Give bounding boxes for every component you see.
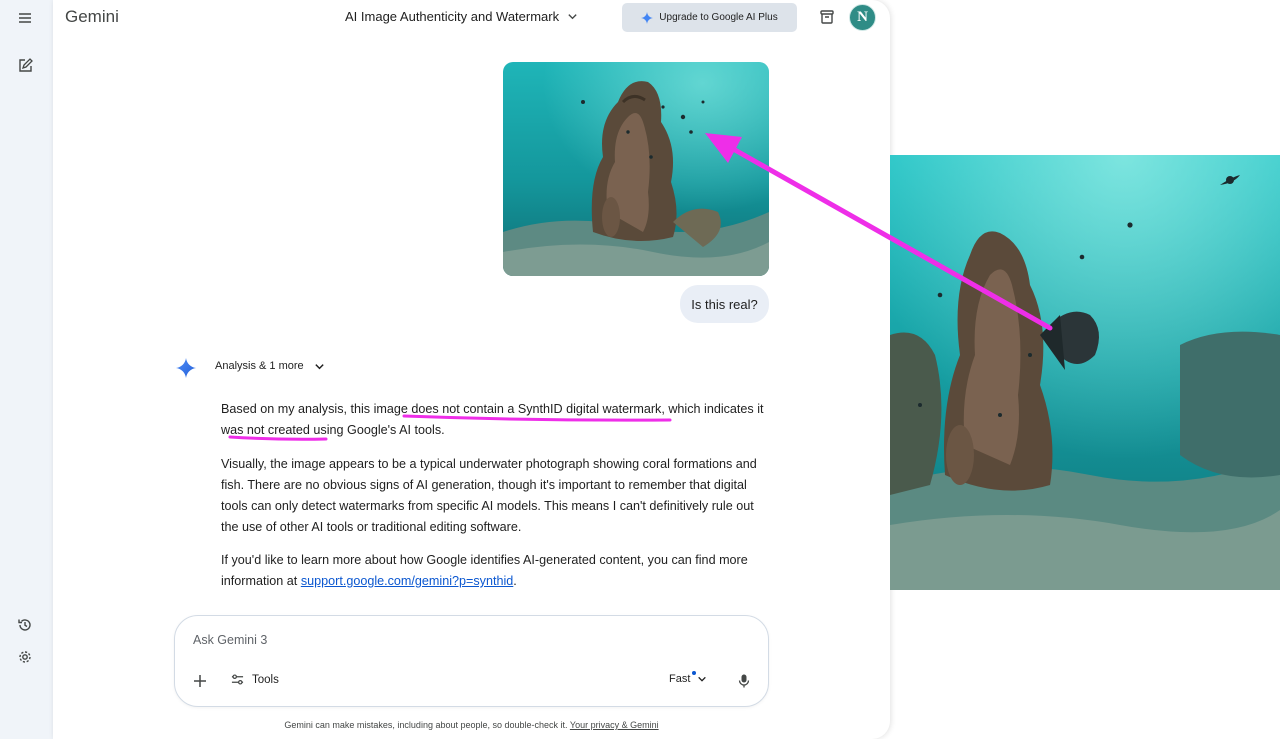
disclaimer-text: Gemini can make mistakes, including abou… (284, 720, 570, 730)
response-paragraph: Visually, the image appears to be a typi… (221, 456, 757, 534)
uploaded-image[interactable] (503, 62, 769, 276)
model-mode-label: Fast (669, 673, 691, 685)
response-text: , which indicates it (661, 402, 764, 416)
tools-label: Tools (252, 673, 279, 686)
upgrade-label: Upgrade to Google AI Plus (659, 12, 778, 23)
response-text: . (513, 574, 517, 588)
chat-panel: Gemini AI Image Authenticity and Waterma… (53, 0, 890, 739)
tools-button[interactable]: Tools (231, 673, 279, 686)
gear-icon[interactable] (12, 644, 38, 670)
privacy-link[interactable]: Your privacy & Gemini (570, 720, 659, 730)
add-attachment-icon[interactable] (192, 673, 208, 689)
sliders-icon (231, 674, 244, 685)
history-icon[interactable] (12, 612, 38, 638)
response-paragraph: If you'd like to learn more about how Go… (221, 550, 769, 592)
user-message-bubble: Is this real? (680, 285, 769, 323)
response-text: was not created (221, 423, 310, 437)
sparkle-icon (641, 11, 654, 24)
mode-indicator-dot (692, 671, 696, 675)
gemini-logo-icon (176, 358, 196, 378)
response-text: does not contain a SynthID digital water… (411, 402, 662, 416)
prompt-input[interactable] (193, 633, 593, 647)
sidebar-rail (0, 0, 53, 739)
response-text: Based on my analysis, this image (221, 402, 412, 416)
model-mode-selector[interactable]: Fast (669, 671, 707, 685)
chevron-down-icon (568, 14, 577, 20)
menu-icon[interactable] (12, 5, 38, 31)
app-title[interactable]: Gemini (65, 7, 119, 27)
analysis-tools-toggle[interactable]: Analysis & 1 more (215, 360, 325, 372)
conversation-title: AI Image Authenticity and Watermark (345, 9, 560, 24)
temporary-chat-icon[interactable] (818, 8, 836, 26)
disclaimer: Gemini can make mistakes, including abou… (53, 720, 890, 730)
prompt-box: Tools Fast (174, 615, 769, 707)
chevron-down-icon (314, 363, 324, 369)
response-text: using Google's AI tools. (309, 423, 445, 437)
synthid-support-link[interactable]: support.google.com/gemini?p=synthid (301, 574, 513, 588)
response-body: Based on my analysis, this image does no… (221, 399, 769, 605)
analysis-chip-label: Analysis & 1 more (215, 360, 304, 372)
chevron-down-icon (698, 676, 707, 682)
avatar[interactable]: N (849, 4, 876, 31)
conversation-title-dropdown[interactable]: AI Image Authenticity and Watermark (345, 9, 578, 24)
new-chat-edit-icon[interactable] (12, 53, 38, 79)
reference-photo (890, 155, 1280, 590)
microphone-icon[interactable] (736, 673, 752, 689)
response-paragraph: Based on my analysis, this image does no… (221, 399, 769, 441)
upgrade-button[interactable]: Upgrade to Google AI Plus (622, 3, 797, 32)
